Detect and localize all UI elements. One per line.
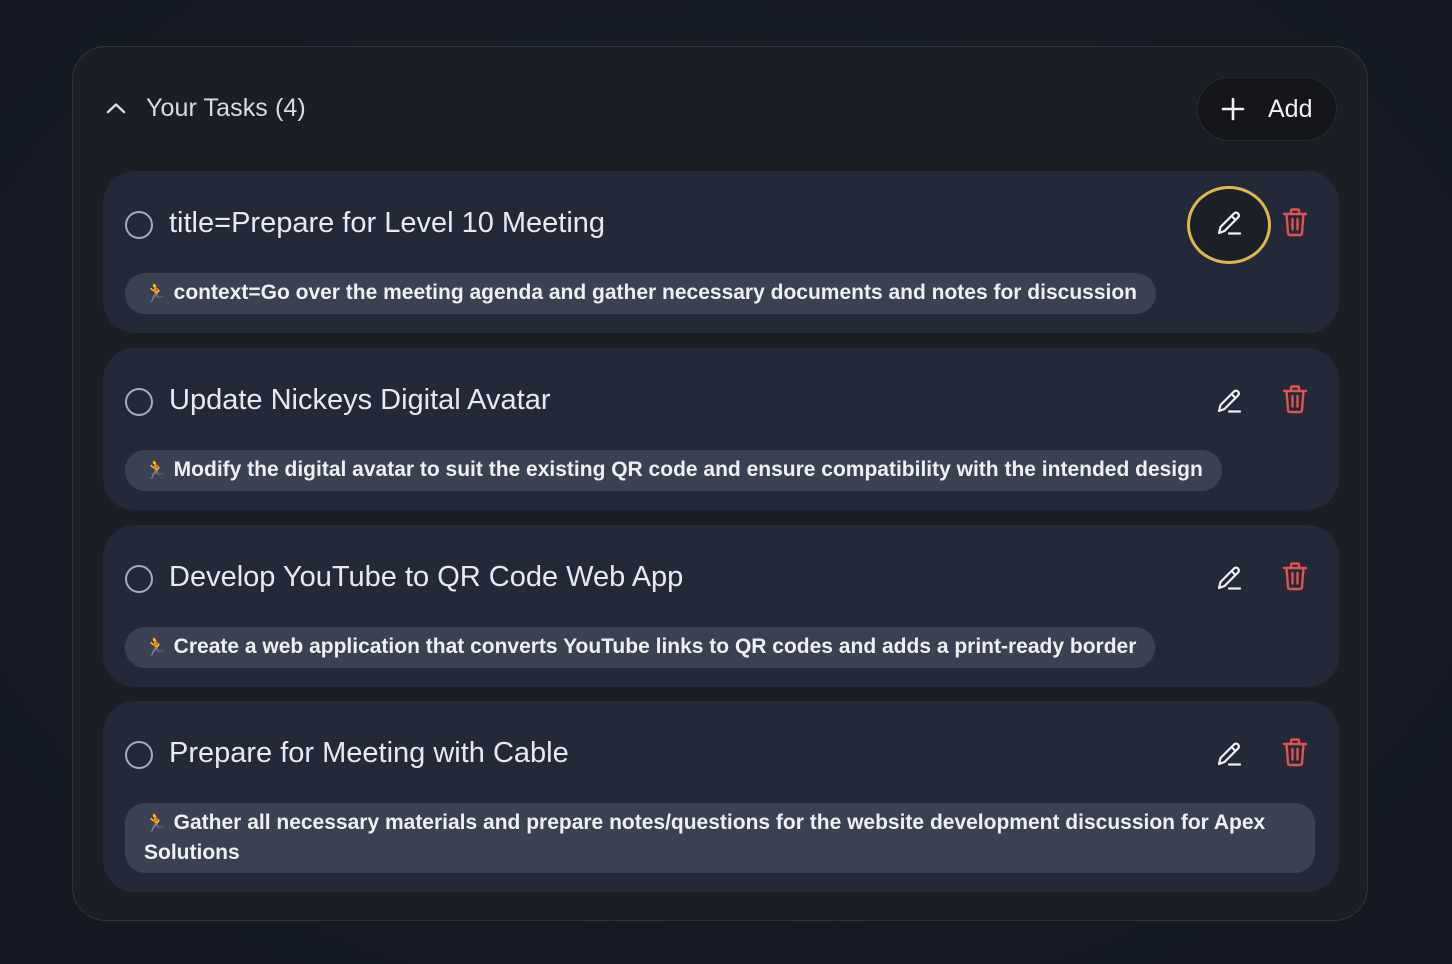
task-title: Update Nickeys Digital Avatar (169, 384, 551, 416)
trash-icon (1281, 207, 1309, 242)
plus-icon (1220, 96, 1246, 122)
edit-task-button[interactable] (1201, 552, 1257, 608)
runner-icon: 🏃 (144, 283, 168, 304)
tasks-title: Your Tasks (4) (146, 94, 306, 122)
tasks-header: Your Tasks (4) Add (73, 47, 1367, 169)
pencil-icon (1214, 563, 1244, 598)
task-context: Create a web application that converts Y… (173, 635, 1137, 658)
edit-task-button[interactable] (1187, 186, 1271, 264)
task-card: Update Nickeys Digital Avatar 🏃 Modify th… (103, 348, 1339, 510)
runner-icon: 🏃 (144, 813, 168, 834)
task-context-pill: 🏃 context=Go over the meeting agenda and … (125, 273, 1156, 314)
task-context-pill: 🏃 Modify the digital avatar to suit the e… (125, 450, 1222, 491)
trash-icon (1281, 737, 1309, 772)
delete-task-button[interactable] (1271, 200, 1319, 248)
task-complete-checkbox[interactable] (125, 388, 153, 416)
task-complete-checkbox[interactable] (125, 741, 153, 769)
edit-task-button[interactable] (1201, 728, 1257, 784)
pencil-icon (1214, 208, 1244, 243)
task-title: Develop YouTube to QR Code Web App (169, 561, 684, 593)
delete-task-button[interactable] (1271, 377, 1319, 425)
tasks-panel: Your Tasks (4) Add title=Prepare for Lev… (72, 46, 1368, 921)
task-context: Modify the digital avatar to suit the ex… (173, 458, 1203, 481)
task-context: context=Go over the meeting agenda and g… (173, 281, 1137, 304)
task-title: title=Prepare for Level 10 Meeting (169, 207, 606, 239)
add-task-button[interactable]: Add (1197, 77, 1337, 141)
chevron-up-icon[interactable] (105, 97, 127, 119)
delete-task-button[interactable] (1271, 554, 1319, 602)
trash-icon (1281, 384, 1309, 419)
task-context-pill: 🏃 Gather all necessary materials and prep… (125, 803, 1315, 873)
task-card: Develop YouTube to QR Code Web App 🏃 Crea… (103, 525, 1339, 687)
runner-icon: 🏃 (144, 637, 168, 658)
add-button-label: Add (1268, 94, 1313, 123)
edit-task-button[interactable] (1201, 375, 1257, 431)
task-context-pill: 🏃 Create a web application that converts … (125, 627, 1156, 668)
task-card: title=Prepare for Level 10 Meeting 🏃 cont… (103, 171, 1339, 333)
task-title: Prepare for Meeting with Cable (169, 737, 569, 769)
task-card: Prepare for Meeting with Cable 🏃 Gather a… (103, 701, 1339, 892)
pencil-icon (1214, 386, 1244, 421)
pencil-icon (1214, 739, 1244, 774)
task-complete-checkbox[interactable] (125, 565, 153, 593)
task-context: Gather all necessary materials and prepa… (144, 811, 1266, 864)
trash-icon (1281, 561, 1309, 596)
task-complete-checkbox[interactable] (125, 211, 153, 239)
runner-icon: 🏃 (144, 460, 168, 481)
delete-task-button[interactable] (1271, 730, 1319, 778)
